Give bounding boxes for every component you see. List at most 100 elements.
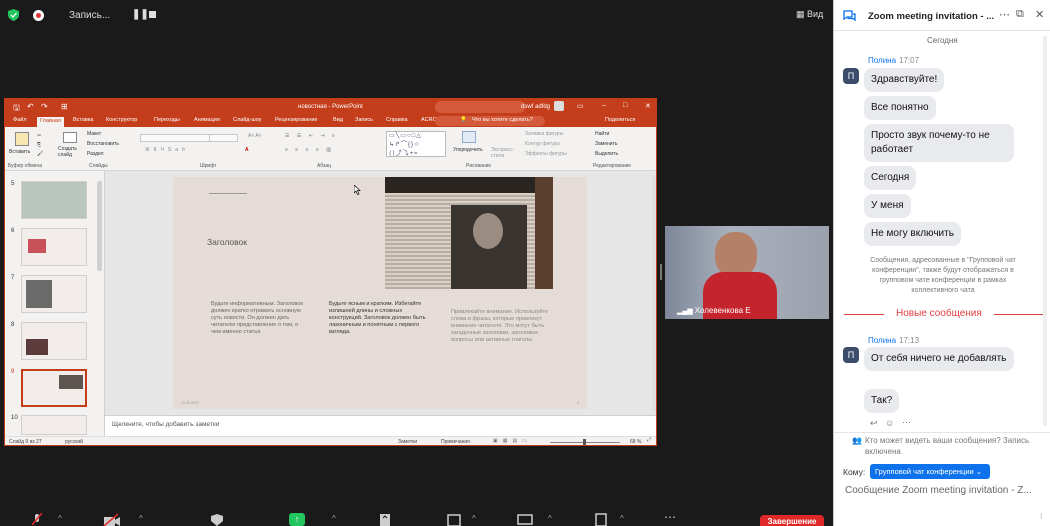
end-meeting-button[interactable]: Завершение [760, 515, 824, 526]
sender-avatar[interactable]: П [843, 68, 859, 84]
cut-icon[interactable]: ✂ [37, 133, 41, 139]
summary-icon[interactable] [378, 513, 392, 526]
tab-help[interactable]: Справка [386, 117, 408, 123]
resize-grip-icon[interactable]: ⁝ [1040, 512, 1043, 521]
reply-icon[interactable]: ↩ [870, 418, 878, 429]
layout-button[interactable]: Макет [87, 131, 101, 137]
slide-thumbnail[interactable] [21, 181, 87, 219]
emoji-reaction-icon[interactable]: ☺ [885, 418, 894, 428]
section-button[interactable]: Раздел [87, 151, 104, 157]
chat-message[interactable]: Все понятно [864, 96, 936, 120]
slide-thumbnail[interactable] [21, 322, 87, 360]
slide-thumbnail[interactable] [21, 228, 87, 266]
slide-canvas[interactable]: Заголовок Будьте информативным. Заголово… [173, 177, 587, 409]
tab-design[interactable]: Конструктор [106, 117, 137, 123]
recipient-dropdown[interactable]: Групповой чат конференции ⌄ [870, 464, 990, 479]
slide-thumbnail-selected[interactable] [21, 369, 87, 407]
shape-effects-button[interactable]: Эффекты фигуры [525, 151, 567, 157]
view-button[interactable]: ▦ Вид [796, 9, 823, 20]
slide-thumbnail[interactable] [21, 275, 87, 313]
font-format-icons[interactable]: ЖКЧSab [145, 147, 189, 153]
chat-message[interactable]: Так? [864, 389, 900, 413]
minimize-icon[interactable]: – [602, 102, 606, 109]
arrange-button[interactable]: Упорядочить [453, 147, 483, 153]
thumbs-scrollbar[interactable] [97, 181, 102, 271]
view-mode-icons[interactable]: ▣▦▤▭ [493, 438, 532, 444]
close-icon[interactable]: ✕ [645, 102, 651, 110]
tab-transitions[interactable]: Переходы [154, 117, 180, 123]
slide-thumbnails-pane[interactable]: 5 6 7 8 9 10 [5, 171, 105, 436]
notes-chevron-icon[interactable]: ^ [620, 514, 624, 523]
present-icon[interactable]: ⊞ [61, 102, 68, 111]
message-more-icon[interactable]: ⋯ [902, 417, 911, 428]
share-button[interactable]: Поделиться [605, 117, 635, 123]
mute-mic-icon[interactable] [30, 513, 44, 526]
tab-record[interactable]: Запись [355, 117, 373, 123]
undo-icon[interactable]: ↶ [27, 102, 34, 111]
shape-outline-button[interactable]: Контур фигуры [525, 141, 560, 147]
more-options-icon[interactable]: ⋯ [999, 8, 1010, 21]
user-avatar[interactable] [554, 101, 564, 111]
security-icon[interactable] [210, 513, 224, 526]
video-options-chevron-icon[interactable]: ^ [139, 514, 143, 523]
zoom-slider-thumb[interactable] [583, 439, 586, 445]
tab-animations[interactable]: Анимация [194, 117, 220, 123]
chat-message[interactable]: Просто звук почему-то не работает [864, 124, 1014, 162]
font-size-box[interactable] [209, 134, 238, 142]
tell-me-search[interactable]: Что вы хотите сделать? [472, 117, 533, 123]
split-divider[interactable] [660, 264, 662, 280]
tab-review[interactable]: Рецензирование [275, 117, 317, 123]
font-grow-icon[interactable]: A˄ A˅ [248, 133, 262, 139]
new-slide-icon[interactable] [63, 132, 77, 143]
tab-view[interactable]: Вид [333, 117, 343, 123]
list-icons[interactable]: ☰ ☰ ⇤ ⇥ ≡ [285, 133, 338, 139]
stop-video-icon[interactable] [103, 513, 121, 526]
find-button[interactable]: Найти [595, 131, 609, 137]
fit-slide-icon[interactable]: ⤢ [647, 437, 651, 443]
chat-message[interactable]: Не могу включить [864, 222, 961, 246]
pause-recording-icon[interactable]: ❚❚ [132, 9, 149, 20]
ribbon-display-icon[interactable]: ▭ [577, 102, 584, 110]
chat-message[interactable]: У меня [864, 194, 911, 218]
chat-message[interactable]: От себя ничего не добавлять [864, 347, 1014, 371]
tab-file[interactable]: Файл [13, 117, 27, 123]
font-color-icon[interactable]: A [245, 147, 249, 153]
create-slide-label[interactable]: Создать слайд [58, 146, 84, 158]
select-button[interactable]: Выделить [595, 151, 618, 157]
tab-insert[interactable]: Вставка [73, 117, 93, 123]
share-options-chevron-icon[interactable]: ^ [332, 514, 336, 523]
format-painter-icon[interactable]: 🖌 [37, 151, 43, 157]
who-can-see-link[interactable]: Кто может видеть ваши сообщения? Запись … [865, 435, 1045, 457]
sender-avatar[interactable]: П [843, 347, 859, 363]
reset-button[interactable]: Восстановить [87, 141, 119, 147]
notes-pane[interactable]: Щелкните, чтобы добавить заметки [105, 415, 656, 436]
express-styles-button[interactable]: Экспресс-стили [491, 147, 517, 159]
chat-message[interactable]: Сегодня [864, 166, 917, 190]
align-icons[interactable]: ≡ ≡ ≡ ≡ ▥ [285, 147, 334, 153]
slide-scrollbar[interactable] [652, 175, 656, 411]
notes-icon[interactable] [594, 513, 608, 526]
stop-recording-icon[interactable] [149, 11, 156, 18]
security-shield-icon[interactable] [8, 9, 19, 21]
comments-toggle[interactable]: Примечания [441, 439, 470, 445]
redo-icon[interactable]: ↷ [41, 102, 48, 111]
more-icon[interactable]: ⋯ [664, 510, 676, 524]
share-screen-icon[interactable]: ↑ [289, 513, 305, 526]
save-icon[interactable]: 🖫 [13, 102, 20, 116]
copy-icon[interactable]: ⎘ [37, 142, 41, 148]
close-chat-icon[interactable]: ✕ [1035, 8, 1044, 21]
language-label[interactable]: русский [65, 439, 83, 445]
pop-out-icon[interactable]: ⧉ [1016, 8, 1024, 21]
tab-slideshow[interactable]: Слайд-шоу [233, 117, 262, 123]
audio-options-chevron-icon[interactable]: ^ [58, 514, 62, 523]
slide-thumbnail[interactable] [21, 415, 87, 435]
tab-home[interactable]: Главная [37, 117, 64, 127]
apps-icon[interactable] [447, 513, 461, 526]
arrange-icon[interactable] [462, 131, 476, 143]
replace-button[interactable]: Заменить [595, 141, 617, 147]
paste-icon[interactable] [15, 132, 29, 146]
paste-label[interactable]: Вставить [9, 149, 30, 155]
message-input[interactable]: Сообщение Zoom meeting invitation - Z... [845, 485, 1045, 496]
zoom-level[interactable]: 68 % [630, 439, 641, 445]
shape-fill-button[interactable]: Заливка фигуры [525, 131, 563, 137]
